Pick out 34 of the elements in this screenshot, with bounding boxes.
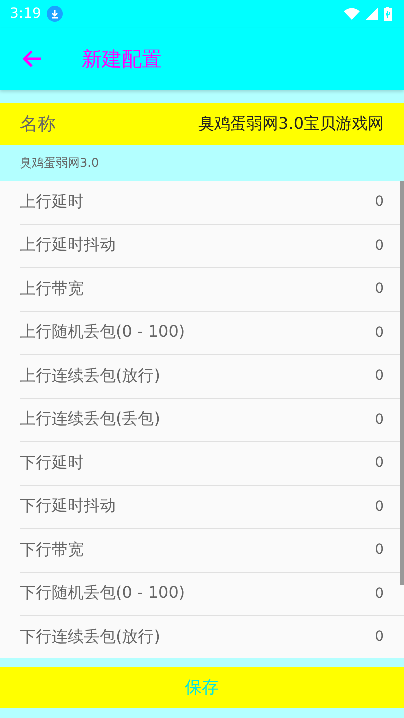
setting-value: 0 bbox=[375, 542, 384, 558]
setting-label: 下行延时抖动 bbox=[20, 496, 116, 518]
setting-value: 0 bbox=[375, 455, 384, 472]
signal-icon bbox=[366, 8, 378, 20]
setting-value: 0 bbox=[375, 368, 384, 384]
setting-label: 上行延时 bbox=[20, 192, 84, 213]
screen-title: 新建配置 bbox=[82, 46, 162, 72]
setting-value: 0 bbox=[375, 586, 384, 602]
setting-value: 0 bbox=[375, 281, 384, 298]
download-icon bbox=[47, 6, 64, 22]
setting-value: 0 bbox=[375, 238, 384, 254]
setting-label: 上行随机丢包(0 - 100) bbox=[20, 322, 186, 344]
setting-value: 0 bbox=[375, 194, 384, 210]
setting-row[interactable]: 下行连续丢包(放行) 0 bbox=[20, 616, 404, 658]
setting-label: 上行延时抖动 bbox=[20, 235, 116, 256]
name-row[interactable]: 名称 臭鸡蛋弱网3.0宝贝游戏网 bbox=[0, 103, 404, 145]
setting-value: 0 bbox=[375, 412, 384, 428]
setting-label: 上行连续丢包(丢包) bbox=[20, 409, 160, 430]
status-time: 3:19 bbox=[10, 6, 42, 22]
setting-label: 上行带宽 bbox=[20, 278, 84, 300]
setting-label: 下行延时 bbox=[20, 452, 84, 474]
setting-label: 上行连续丢包(放行) bbox=[20, 366, 160, 387]
setting-value: 0 bbox=[375, 324, 384, 341]
setting-label: 下行连续丢包(放行) bbox=[20, 626, 160, 648]
setting-label: 下行随机丢包(0 - 100) bbox=[20, 583, 186, 604]
battery-icon bbox=[384, 7, 392, 21]
config-subtitle: 臭鸡蛋弱网3.0 bbox=[20, 154, 100, 172]
name-label: 名称 bbox=[20, 113, 56, 136]
wifi-icon bbox=[344, 8, 360, 20]
back-arrow-icon[interactable] bbox=[22, 50, 42, 68]
name-value: 臭鸡蛋弱网3.0宝贝游戏网 bbox=[198, 114, 384, 134]
setting-value: 0 bbox=[375, 629, 384, 646]
setting-label: 下行带宽 bbox=[20, 540, 84, 561]
setting-value: 0 bbox=[375, 498, 384, 515]
